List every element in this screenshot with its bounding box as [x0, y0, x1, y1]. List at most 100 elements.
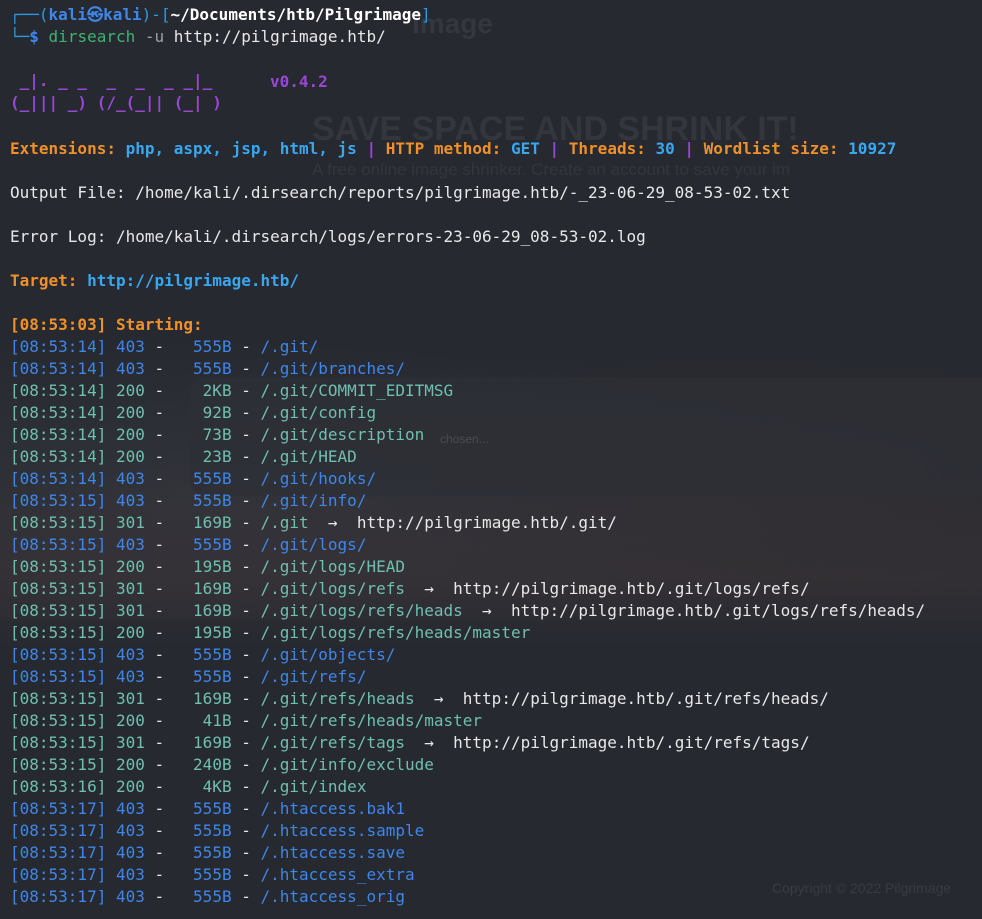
result-time: [08:53:14] — [10, 381, 107, 400]
result-row: [08:53:14] 200 - 23B - /.git/HEAD — [10, 447, 357, 466]
result-row: [08:53:17] 403 - 555B - /.htaccess_extra — [10, 865, 415, 884]
result-path: /.git/refs/heads/master — [260, 711, 483, 730]
result-time: [08:53:14] — [10, 359, 107, 378]
result-size: 92B — [202, 403, 232, 422]
result-redirect: http://pilgrimage.htb/.git/ — [356, 513, 617, 532]
wordlist-label: Wordlist size: — [703, 139, 839, 158]
result-row: [08:53:15] 200 - 195B - /.git/logs/HEAD — [10, 557, 405, 576]
result-row: [08:53:15] 200 - 195B - /.git/logs/refs/… — [10, 623, 531, 642]
threads-value: 30 — [655, 139, 675, 158]
prompt-box-bottom: └─ — [10, 27, 30, 46]
result-code: 301 — [115, 579, 145, 598]
result-code: 403 — [115, 491, 145, 510]
redirect-arrow-icon: → — [308, 513, 357, 532]
result-path: /.git/ — [260, 337, 319, 356]
result-code: 200 — [115, 381, 145, 400]
separator-1: | — [366, 139, 377, 158]
redirect-arrow-icon: → — [462, 601, 511, 620]
result-size: 169B — [193, 579, 232, 598]
result-path: /.git/logs/ — [260, 535, 367, 554]
result-code: 403 — [115, 843, 145, 862]
error-log-line: Error Log: /home/kali/.dirsearch/logs/er… — [10, 227, 646, 246]
result-redirect: http://pilgrimage.htb/.git/logs/refs/ — [453, 579, 810, 598]
scan-output: Extensions: php, aspx, jsp, html, js | H… — [10, 138, 982, 908]
result-time: [08:53:15] — [10, 513, 107, 532]
result-size: 555B — [193, 667, 232, 686]
redirect-arrow-icon: → — [404, 733, 454, 752]
prompt-end: ] — [420, 5, 431, 24]
result-time: [08:53:15] — [10, 557, 107, 576]
result-row: [08:53:15] 301 - 169B - /.git/logs/refs/… — [10, 601, 926, 620]
result-row: [08:53:14] 403 - 555B - /.git/ — [10, 337, 319, 356]
result-row: [08:53:14] 200 - 73B - /.git/description — [10, 425, 425, 444]
result-row: [08:53:17] 403 - 555B - /.htaccess.bak1 — [10, 799, 405, 818]
result-path: /.git/hooks/ — [260, 469, 377, 488]
method-label: HTTP method: — [385, 139, 502, 158]
result-size: 169B — [193, 689, 232, 708]
result-redirect: http://pilgrimage.htb/.git/refs/tags/ — [453, 733, 810, 752]
result-row: [08:53:15] 301 - 169B - /.git/refs/heads… — [10, 689, 829, 708]
result-time: [08:53:15] — [10, 733, 107, 752]
config-line: Extensions: php, aspx, jsp, html, js | H… — [10, 138, 982, 160]
result-row: [08:53:15] 301 - 169B - /.git → http://p… — [10, 513, 617, 532]
result-row: [08:53:15] 200 - 41B - /.git/refs/heads/… — [10, 711, 483, 730]
result-code: 301 — [115, 689, 145, 708]
extensions-label: Extensions: — [10, 139, 116, 158]
prompt-box-top: ┌──( — [10, 5, 49, 24]
redirect-arrow-icon: → — [404, 579, 454, 598]
result-path: /.htaccess.save — [260, 843, 405, 862]
wordlist-value: 10927 — [848, 139, 897, 158]
result-row: [08:53:15] 200 - 240B - /.git/info/exclu… — [10, 755, 434, 774]
result-time: [08:53:16] — [10, 777, 107, 796]
result-size: 2KB — [202, 381, 232, 400]
result-path: /.git/logs/refs — [260, 579, 405, 598]
command-flag: -u — [144, 27, 165, 46]
starting-line: [08:53:03] Starting: — [10, 315, 203, 334]
result-code: 403 — [115, 535, 145, 554]
redirect-arrow-icon: → — [414, 689, 463, 708]
result-size: 195B — [193, 623, 232, 642]
result-time: [08:53:14] — [10, 403, 107, 422]
result-redirect: http://pilgrimage.htb/.git/refs/heads/ — [462, 689, 829, 708]
result-row: [08:53:15] 301 - 169B - /.git/logs/refs … — [10, 579, 810, 598]
result-row: [08:53:14] 200 - 92B - /.git/config — [10, 403, 377, 422]
result-row: [08:53:17] 403 - 555B - /.htaccess.save — [10, 843, 405, 862]
result-path: /.git/info/ — [260, 491, 367, 510]
separator-2: | — [549, 139, 560, 158]
result-path: /.htaccess.sample — [260, 821, 425, 840]
result-code: 200 — [115, 557, 145, 576]
threads-label: Threads: — [568, 139, 646, 158]
result-path: /.git/logs/HEAD — [260, 557, 405, 576]
result-time: [08:53:14] — [10, 337, 107, 356]
result-size: 555B — [193, 535, 232, 554]
result-path: /.git/index — [260, 777, 367, 796]
result-size: 4KB — [202, 777, 232, 796]
result-path: /.htaccess_orig — [260, 887, 405, 906]
result-time: [08:53:15] — [10, 755, 107, 774]
terminal-output[interactable]: ┌──(kali㉿kali)-[~/Documents/htb/Pilgrima… — [10, 4, 982, 48]
result-path: /.htaccess_extra — [260, 865, 415, 884]
result-time: [08:53:15] — [10, 645, 107, 664]
result-code: 403 — [115, 337, 145, 356]
result-time: [08:53:15] — [10, 623, 107, 642]
result-size: 555B — [193, 865, 232, 884]
result-code: 403 — [115, 359, 145, 378]
result-path: /.htaccess.bak1 — [260, 799, 405, 818]
result-row: [08:53:14] 403 - 555B - /.git/branches/ — [10, 359, 405, 378]
result-path: /.git/logs/refs/heads/master — [260, 623, 531, 642]
logo-line-1: _|. _ _ _ _ _ _|_ — [10, 71, 213, 90]
result-time: [08:53:15] — [10, 667, 107, 686]
result-time: [08:53:17] — [10, 799, 107, 818]
prompt-user-host: kali㉿kali — [48, 5, 142, 24]
result-code: 403 — [115, 645, 145, 664]
result-code: 403 — [115, 799, 145, 818]
result-code: 403 — [115, 865, 145, 884]
target-line: Target: http://pilgrimage.htb/ — [10, 270, 982, 292]
result-size: 73B — [202, 425, 232, 444]
result-code: 200 — [115, 777, 145, 796]
result-size: 555B — [193, 491, 232, 510]
result-path: /.git/COMMIT_EDITMSG — [260, 381, 454, 400]
result-time: [08:53:14] — [10, 425, 107, 444]
result-time: [08:53:15] — [10, 491, 107, 510]
result-time: [08:53:17] — [10, 887, 107, 906]
